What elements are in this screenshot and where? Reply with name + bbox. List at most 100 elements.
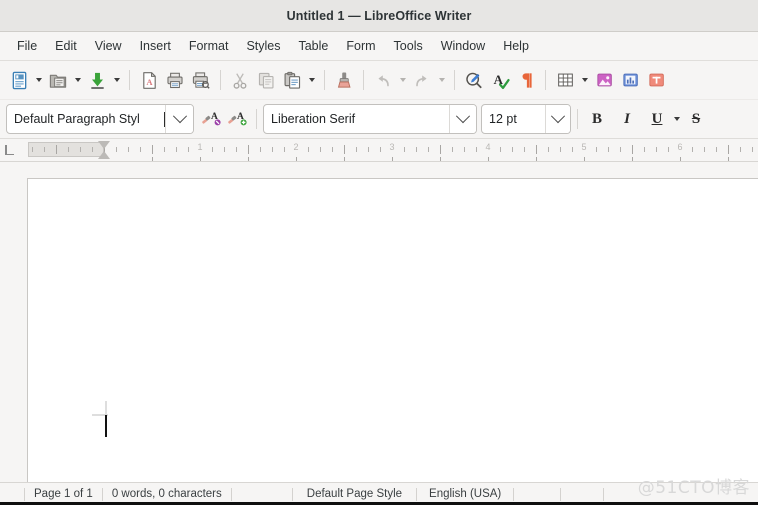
menu-table[interactable]: Table [289, 36, 337, 56]
menu-view[interactable]: View [86, 36, 131, 56]
standard-toolbar: A A [0, 61, 758, 100]
font-size-dropdown-arrow[interactable] [545, 105, 570, 133]
menu-tools[interactable]: Tools [385, 36, 432, 56]
font-name-combobox[interactable]: Liberation Serif [263, 104, 477, 134]
ruler-tick [596, 147, 597, 152]
ruler-tick [368, 147, 369, 152]
ruler-tick [284, 147, 285, 152]
bold-button[interactable]: B [584, 106, 610, 132]
document-area[interactable] [0, 162, 758, 482]
underline-button[interactable]: U [644, 106, 670, 132]
status-bar: Page 1 of 1 0 words, 0 characters Defaul… [0, 478, 758, 505]
ruler-number: 3 [389, 142, 395, 152]
new-document-icon[interactable] [6, 67, 32, 93]
toolbar-separator [577, 109, 578, 129]
ruler-tick [164, 147, 165, 152]
copy-icon[interactable] [253, 67, 279, 93]
toolbar-separator [324, 70, 325, 90]
undo-icon[interactable] [370, 67, 396, 93]
save-document-dropdown-arrow[interactable] [110, 67, 123, 93]
ruler-tick [116, 147, 117, 152]
ruler-tick [548, 147, 549, 152]
new-document-dropdown-arrow[interactable] [32, 67, 45, 93]
ruler-number: 5 [581, 142, 587, 152]
ruler-tick [236, 147, 237, 152]
paste-dropdown-arrow[interactable] [305, 67, 318, 93]
status-separator [603, 487, 605, 501]
ruler-tick [272, 147, 273, 152]
chevron-down-icon [455, 109, 470, 124]
menu-form[interactable]: Form [337, 36, 384, 56]
insert-table-icon[interactable] [552, 67, 578, 93]
menu-insert[interactable]: Insert [131, 36, 180, 56]
font-name-dropdown-arrow[interactable] [448, 105, 476, 133]
ruler-tick [656, 147, 657, 152]
insert-image-icon[interactable] [591, 67, 617, 93]
window-title: Untitled 1 — LibreOffice Writer [286, 8, 472, 23]
ruler-number: 2 [293, 142, 299, 152]
tab-stop-selector-icon[interactable] [5, 145, 15, 155]
ruler-tick [704, 147, 705, 152]
ruler-tick [68, 147, 69, 152]
document-page[interactable] [27, 178, 758, 482]
ruler-number: 1 [197, 142, 203, 152]
menu-format[interactable]: Format [180, 36, 238, 56]
font-name-input[interactable]: Liberation Serif [264, 105, 449, 133]
paragraph-style-dropdown-arrow[interactable] [165, 105, 193, 133]
ruler-tick [440, 145, 441, 154]
svg-text:A: A [493, 72, 503, 86]
ruler-tick [308, 147, 309, 152]
ruler-tick [476, 147, 477, 152]
ruler-tick [416, 147, 417, 152]
open-document-dropdown-arrow[interactable] [71, 67, 84, 93]
find-replace-icon[interactable] [461, 67, 487, 93]
clone-formatting-icon[interactable] [331, 67, 357, 93]
ruler-tick [716, 147, 717, 152]
ruler-tick [500, 147, 501, 152]
italic-button[interactable]: I [614, 106, 640, 132]
ruler-tick [176, 147, 177, 152]
underline-dropdown-arrow[interactable] [670, 106, 683, 132]
menu-edit[interactable]: Edit [46, 36, 86, 56]
cut-icon[interactable] [227, 67, 253, 93]
formatting-marks-icon[interactable] [513, 67, 539, 93]
open-document-icon[interactable] [45, 67, 71, 93]
redo-icon[interactable] [409, 67, 435, 93]
font-size-input[interactable]: 12 pt [482, 105, 545, 133]
ruler-tick [464, 147, 465, 152]
insert-table-dropdown-arrow[interactable] [578, 67, 591, 93]
ruler-tick [632, 145, 633, 154]
ruler-tick [128, 147, 129, 152]
menu-help[interactable]: Help [494, 36, 538, 56]
ruler-number: 6 [677, 142, 683, 152]
menu-window[interactable]: Window [432, 36, 494, 56]
save-document-icon[interactable] [84, 67, 110, 93]
ruler-indent-marker[interactable] [97, 141, 111, 159]
paragraph-style-input[interactable]: Default Paragraph Styl [7, 105, 164, 133]
new-style-icon[interactable]: A [224, 106, 250, 132]
menu-styles[interactable]: Styles [237, 36, 289, 56]
redo-dropdown-arrow[interactable] [435, 67, 448, 93]
ruler-tick [608, 147, 609, 152]
insert-textbox-icon[interactable] [643, 67, 669, 93]
status-separator [513, 487, 515, 501]
spelling-icon[interactable]: A [487, 67, 513, 93]
undo-dropdown-arrow[interactable] [396, 67, 409, 93]
ruler-tick [356, 147, 357, 152]
print-icon[interactable] [162, 67, 188, 93]
insert-chart-icon[interactable] [617, 67, 643, 93]
font-size-combobox[interactable]: 12 pt [481, 104, 571, 134]
paragraph-style-combobox[interactable]: Default Paragraph Styl [6, 104, 194, 134]
ruler-tick [344, 145, 345, 154]
export-pdf-icon[interactable]: A [136, 67, 162, 93]
paste-icon[interactable] [279, 67, 305, 93]
ruler-tick [212, 147, 213, 152]
ruler-scale[interactable]: 1 2 3 4 5 6 [28, 141, 758, 161]
print-preview-icon[interactable] [188, 67, 214, 93]
formatting-toolbar: Default Paragraph Styl A A Liberation Se… [0, 100, 758, 139]
menu-file[interactable]: File [8, 36, 46, 56]
strikethrough-button[interactable]: S [683, 106, 709, 132]
ruler-tick [452, 147, 453, 152]
horizontal-ruler[interactable]: 1 2 3 4 5 6 [0, 139, 758, 162]
update-style-icon[interactable]: A [198, 106, 224, 132]
